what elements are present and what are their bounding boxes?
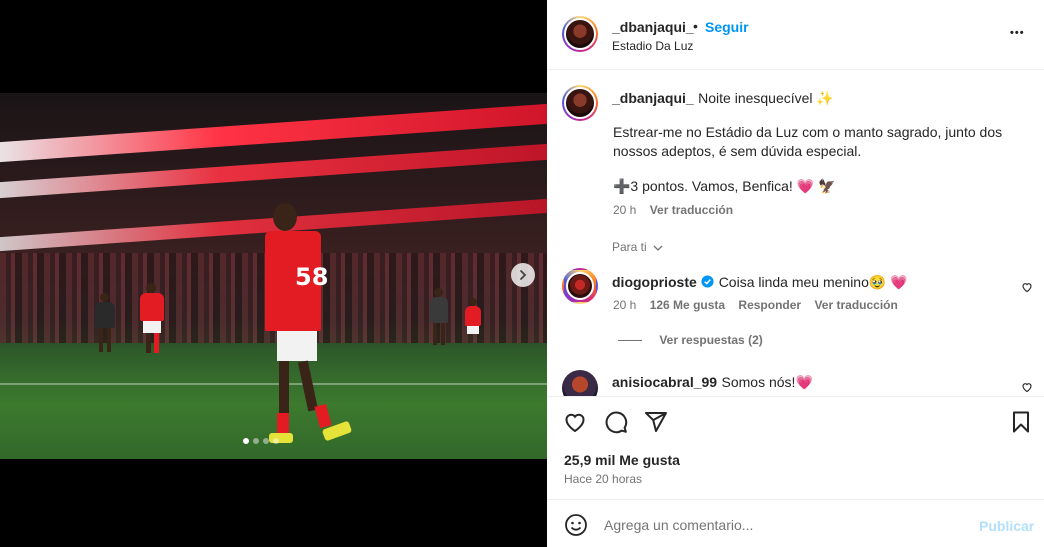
paper-plane-icon — [645, 412, 667, 432]
post-photo[interactable]: 58 — [0, 93, 547, 459]
comment-row: anisiocabral_99 Somos nós!💗 — [612, 373, 813, 392]
comment-text: Somos nós!💗 — [721, 374, 813, 390]
comment-bubble-icon — [605, 411, 628, 434]
post-location[interactable]: Estadio Da Luz — [612, 39, 693, 53]
post-time[interactable]: Hace 20 horas — [564, 472, 642, 486]
carousel-dots — [243, 438, 279, 444]
author-avatar[interactable] — [562, 16, 598, 52]
comment-text: Coisa linda meu menino🥹 💗 — [718, 274, 908, 290]
share-button[interactable] — [644, 410, 668, 437]
replies-line — [618, 340, 642, 342]
view-replies-label: Ver respuestas (2) — [659, 333, 763, 347]
likes-count[interactable]: 25,9 mil Me gusta — [564, 452, 680, 468]
bookmark-icon — [1013, 411, 1029, 433]
pitch-line — [0, 383, 547, 385]
add-comment-bar: Publicar — [547, 499, 1044, 547]
caption-username[interactable]: _dbanjaqui_ — [612, 90, 694, 106]
carousel-dot — [243, 438, 249, 444]
like-comment-heart-icon[interactable] — [1021, 381, 1033, 393]
follow-button[interactable]: Seguir — [705, 19, 749, 35]
separator-dot: • — [693, 18, 698, 34]
author-username[interactable]: _dbanjaqui_ — [612, 19, 694, 35]
comment-row: diogoprioste Coisa linda meu menino🥹 💗 — [612, 273, 908, 292]
commenter-avatar[interactable] — [562, 268, 598, 304]
comment-time[interactable]: 20 h — [613, 298, 636, 312]
comment-button[interactable] — [604, 410, 628, 437]
publish-button[interactable]: Publicar — [979, 518, 1034, 534]
comment-translate-link[interactable]: Ver traducción — [814, 298, 897, 312]
carousel-dot — [263, 438, 269, 444]
verified-badge-icon — [701, 275, 714, 288]
filter-label: Para ti — [612, 240, 647, 254]
carousel-dot — [253, 438, 259, 444]
caption-time[interactable]: 20 h — [613, 203, 636, 217]
caption-meta: 20 h Ver traducción — [613, 203, 733, 217]
commenter-avatar[interactable] — [562, 370, 598, 396]
comment-meta: 20 h 126 Me gusta Responder Ver traducci… — [613, 298, 898, 312]
jersey-number: 58 — [295, 263, 329, 291]
heart-icon — [565, 413, 585, 433]
caption-translate-link[interactable]: Ver traducción — [650, 203, 733, 217]
next-image-button[interactable] — [511, 263, 535, 287]
comment-username[interactable]: diogoprioste — [612, 274, 697, 290]
comment-input[interactable] — [604, 513, 964, 537]
carousel-dot — [273, 438, 279, 444]
view-replies-button[interactable]: Ver respuestas (2) — [618, 333, 763, 347]
post-header: _dbanjaqui_ • Seguir Estadio Da Luz ••• — [547, 0, 1044, 70]
comment-filter-dropdown[interactable]: Para ti — [612, 240, 664, 254]
post-actions: 25,9 mil Me gusta Hace 20 horas — [547, 396, 1044, 498]
like-button[interactable] — [563, 410, 587, 437]
caption-body: Estrear-me no Estádio da Luz com o manto… — [613, 124, 1003, 159]
comment-likes[interactable]: 126 Me gusta — [650, 298, 725, 312]
post-details-panel: _dbanjaqui_ • Seguir Estadio Da Luz ••• … — [547, 0, 1044, 547]
more-options-icon[interactable]: ••• — [1010, 27, 1025, 39]
caption-first-line: _dbanjaqui_ Noite inesquecível ✨ — [612, 89, 834, 108]
post-media: 58 — [0, 0, 547, 547]
save-button[interactable] — [1009, 410, 1033, 437]
comments-section: _dbanjaqui_ Noite inesquecível ✨ Estrear… — [547, 70, 1044, 396]
caption-line3: ➕3 pontos. Vamos, Benfica! 💗 🦅 — [613, 178, 836, 194]
caption-line1: Noite inesquecível ✨ — [698, 90, 834, 106]
comment-username[interactable]: anisiocabral_99 — [612, 374, 717, 390]
reply-button[interactable]: Responder — [738, 298, 801, 312]
chevron-down-icon — [653, 245, 663, 251]
caption-avatar[interactable] — [562, 85, 598, 121]
chevron-right-icon — [520, 270, 527, 280]
like-comment-heart-icon[interactable] — [1021, 281, 1033, 293]
emoji-button[interactable] — [564, 513, 588, 540]
emoji-icon — [565, 514, 587, 536]
